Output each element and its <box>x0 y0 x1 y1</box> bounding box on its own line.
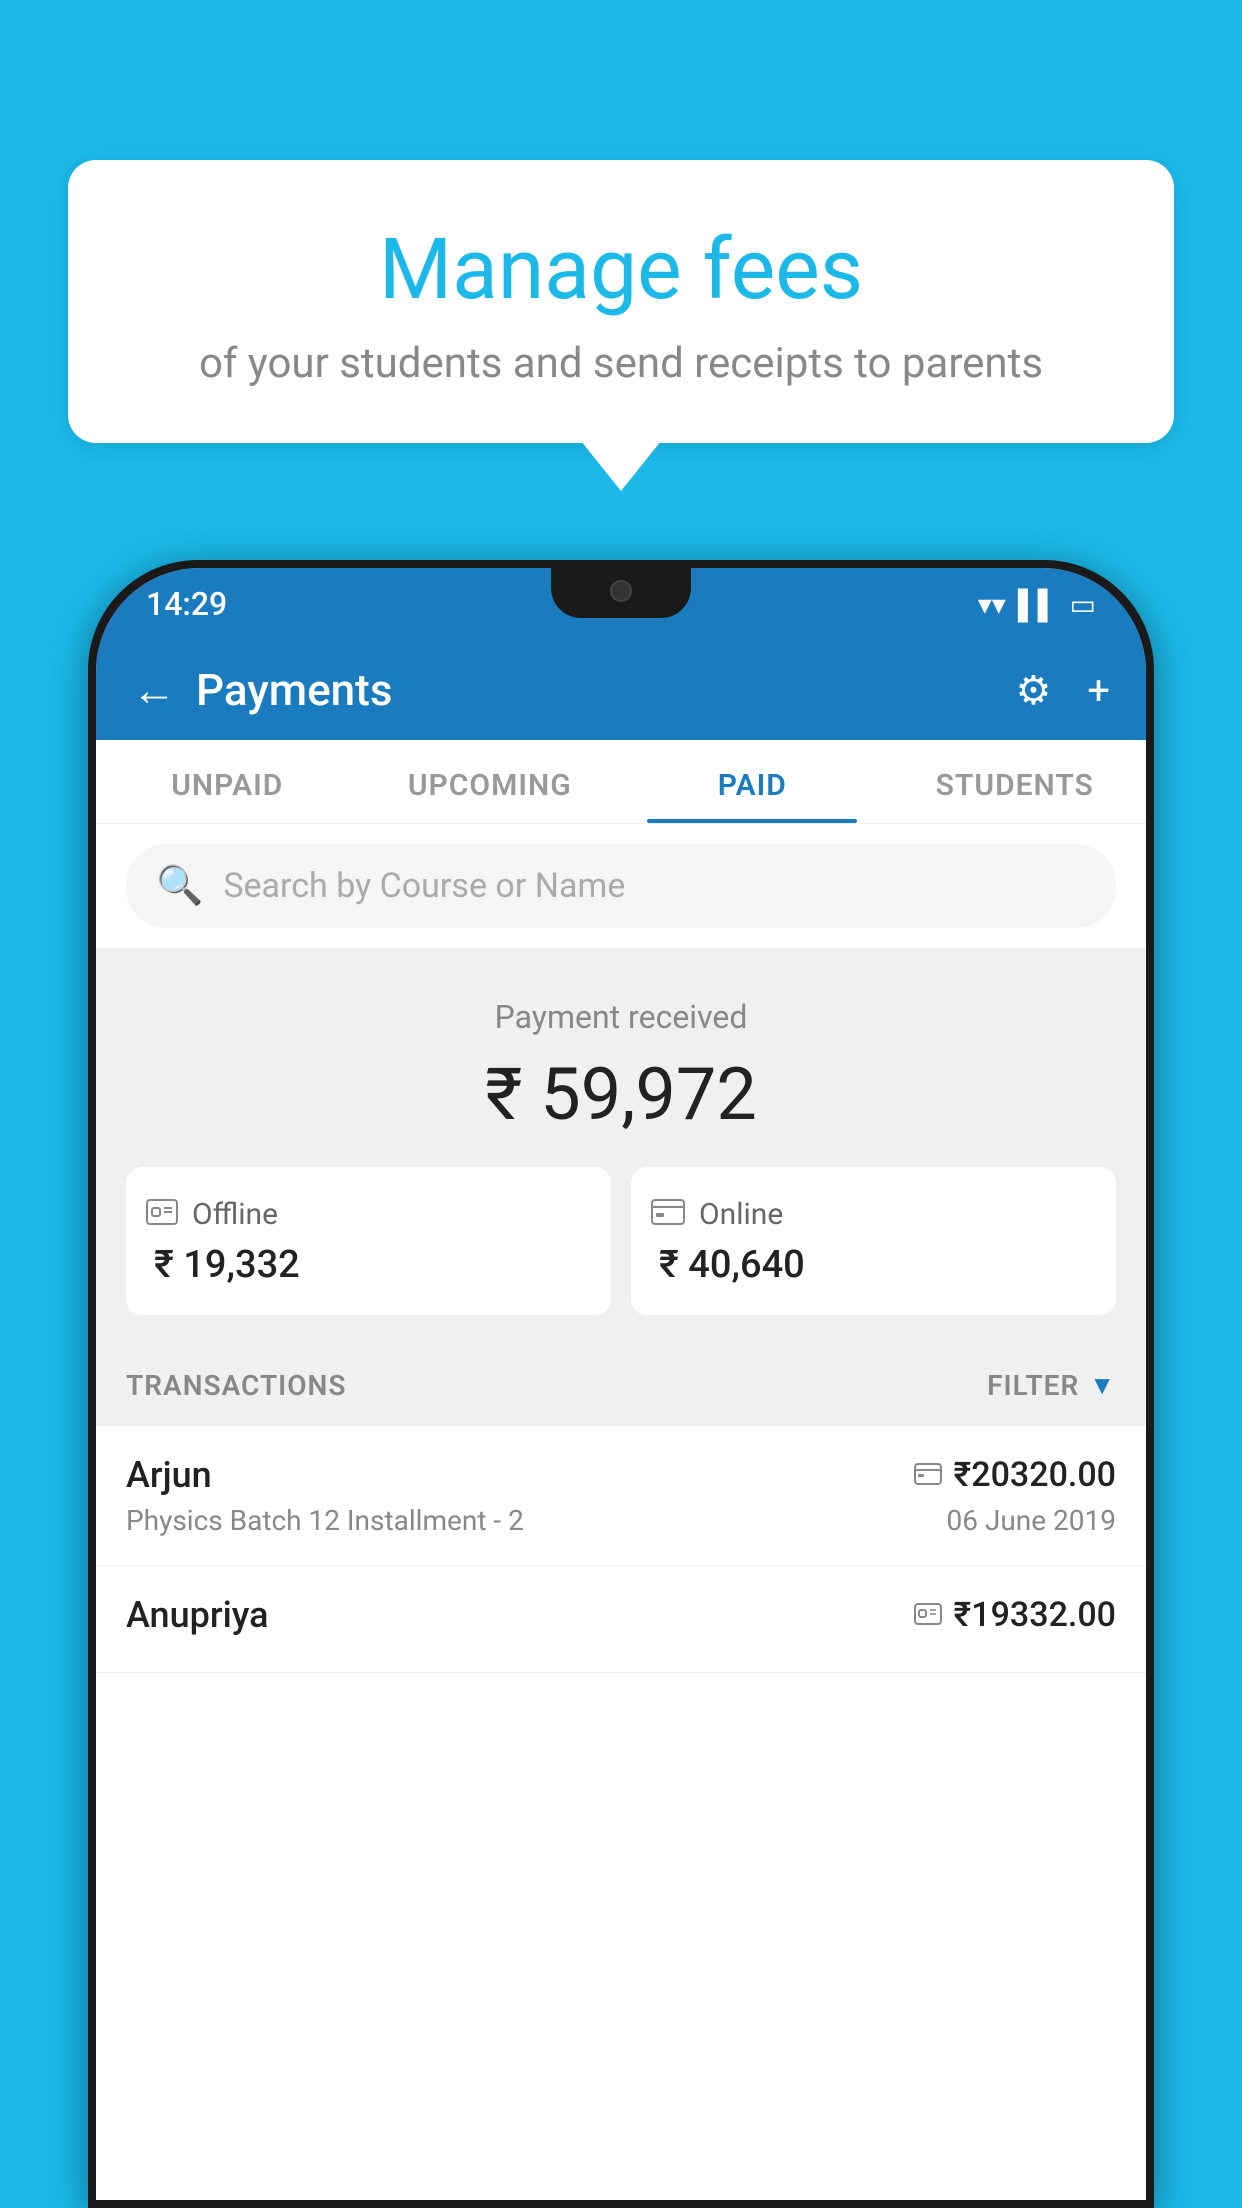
bubble-title: Manage fees <box>118 220 1124 319</box>
transactions-header: TRANSACTIONS FILTER ▼ <box>96 1345 1146 1426</box>
payment-total-amount: ₹ 59,972 <box>126 1052 1116 1137</box>
table-row[interactable]: Anupriya ₹19332.00 <box>96 1566 1146 1673</box>
screen-content: 🔍 Search by Course or Name Payment recei… <box>96 824 1146 2200</box>
speech-bubble: Manage fees of your students and send re… <box>68 160 1174 443</box>
transaction-amount: ₹19332.00 <box>954 1595 1116 1635</box>
tab-students[interactable]: STUDENTS <box>884 740 1147 823</box>
settings-icon[interactable]: ⚙ <box>1015 667 1051 714</box>
payment-cards: Offline ₹ 19,332 <box>126 1167 1116 1315</box>
tab-upcoming[interactable]: UPCOMING <box>359 740 622 823</box>
transaction-name: Arjun <box>126 1454 212 1496</box>
transaction-row1: Arjun ₹20320.00 <box>126 1454 1116 1496</box>
search-icon: 🔍 <box>156 864 203 908</box>
search-placeholder: Search by Course or Name <box>223 866 625 906</box>
wifi-icon: ▾▾ <box>978 588 1006 621</box>
front-camera <box>610 580 632 602</box>
add-icon[interactable]: + <box>1087 667 1110 714</box>
signal-icon: ▌▌ <box>1018 588 1058 621</box>
status-icons: ▾▾ ▌▌ ▭ <box>978 588 1096 621</box>
online-card-header: Online <box>651 1195 1096 1233</box>
tab-unpaid[interactable]: UNPAID <box>96 740 359 823</box>
payment-received-label: Payment received <box>126 998 1116 1036</box>
search-container: 🔍 Search by Course or Name <box>96 824 1146 948</box>
tabs-bar: UNPAID UPCOMING PAID STUDENTS <box>96 740 1146 824</box>
payment-summary: Payment received ₹ 59,972 <box>96 948 1146 1345</box>
transaction-amount: ₹20320.00 <box>954 1455 1116 1495</box>
transactions-list: Arjun ₹20320.00 <box>96 1426 1146 2200</box>
transaction-name: Anupriya <box>126 1594 269 1636</box>
phone-screen: 14:29 ▾▾ ▌▌ ▭ ← Payments ⚙ + UNPAID UPCO… <box>96 568 1146 2200</box>
transaction-row2: Physics Batch 12 Installment - 2 06 June… <box>126 1504 1116 1537</box>
filter-icon: ▼ <box>1089 1370 1116 1401</box>
offline-card-header: Offline <box>146 1195 591 1233</box>
search-bar[interactable]: 🔍 Search by Course or Name <box>126 844 1116 928</box>
card-payment-icon <box>914 1459 942 1492</box>
offline-label: Offline <box>192 1197 278 1232</box>
phone-notch <box>551 568 691 618</box>
status-time: 14:29 <box>146 585 227 623</box>
table-row[interactable]: Arjun ₹20320.00 <box>96 1426 1146 1566</box>
app-bar-title: Payments <box>196 664 1015 716</box>
app-bar: ← Payments ⚙ + <box>96 640 1146 740</box>
filter-button[interactable]: FILTER ▼ <box>987 1369 1116 1402</box>
transaction-date: 06 June 2019 <box>946 1504 1116 1537</box>
online-label: Online <box>699 1197 783 1232</box>
online-amount: ₹ 40,640 <box>651 1243 1096 1287</box>
transaction-amount-row: ₹19332.00 <box>914 1595 1116 1635</box>
transaction-amount-row: ₹20320.00 <box>914 1455 1116 1495</box>
back-button[interactable]: ← <box>132 664 176 716</box>
app-bar-actions: ⚙ + <box>1015 667 1110 714</box>
cash-payment-icon <box>914 1599 942 1632</box>
offline-amount: ₹ 19,332 <box>146 1243 591 1287</box>
transaction-course: Physics Batch 12 Installment - 2 <box>126 1504 524 1537</box>
online-card: Online ₹ 40,640 <box>631 1167 1116 1315</box>
phone-frame: 14:29 ▾▾ ▌▌ ▭ ← Payments ⚙ + UNPAID UPCO… <box>88 560 1154 2208</box>
transactions-label: TRANSACTIONS <box>126 1369 346 1402</box>
cash-icon <box>146 1195 178 1233</box>
offline-card: Offline ₹ 19,332 <box>126 1167 611 1315</box>
card-icon <box>651 1195 685 1233</box>
transaction-row1: Anupriya ₹19332.00 <box>126 1594 1116 1636</box>
tab-paid[interactable]: PAID <box>621 740 884 823</box>
bubble-subtitle: of your students and send receipts to pa… <box>118 339 1124 388</box>
battery-icon: ▭ <box>1070 588 1096 621</box>
